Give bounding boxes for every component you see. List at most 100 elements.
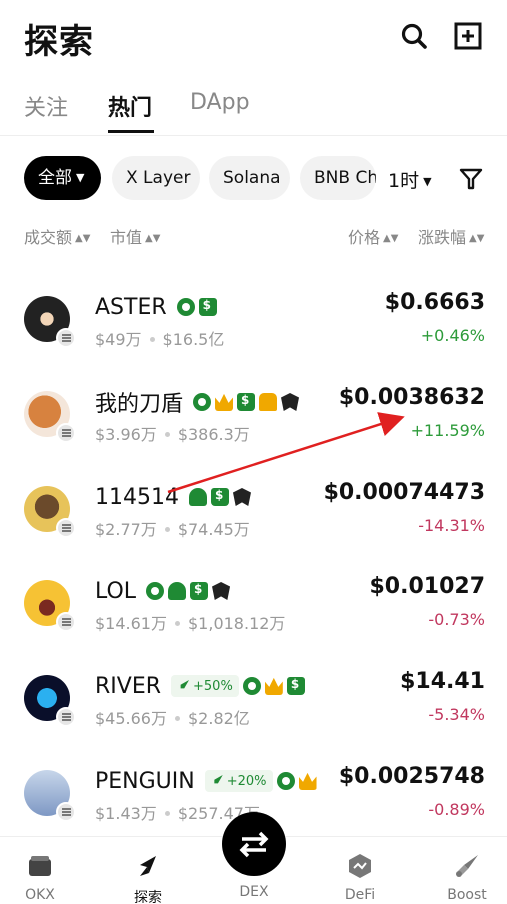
eagle-icon — [281, 393, 300, 411]
boost-value: +50% — [193, 678, 233, 694]
active-tab-indicator — [108, 130, 154, 133]
token-meta: $3.96万 $386.3万 — [95, 421, 250, 445]
token-volume: $3.96万 — [95, 425, 157, 444]
token-name: ASTER — [95, 294, 167, 320]
crown-icon — [298, 772, 317, 790]
token-change: -5.34% — [428, 705, 485, 724]
sort-change-label: 涨跌幅 — [418, 228, 467, 247]
chip-all[interactable]: 全部 ▼ — [24, 156, 101, 200]
token-row[interactable]: RIVER +50% $45.66万 $2.82亿 $14.41 -5.34% — [0, 669, 507, 767]
defi-icon — [349, 854, 371, 878]
dex-swap-button[interactable] — [222, 812, 286, 876]
add-square-icon[interactable] — [454, 22, 482, 50]
token-meta: $14.61万 $1,018.12万 — [95, 610, 285, 634]
chain-badge-icon — [56, 328, 76, 348]
filter-bar: 全部 ▼ X Layer Solana BNB Chain 1时▼ — [0, 156, 507, 202]
chevron-down-icon: ▼ — [76, 171, 85, 184]
token-price: $0.0025748 — [338, 764, 485, 789]
people-icon — [259, 393, 278, 411]
token-name-line: RIVER +50% — [95, 671, 305, 701]
token-row[interactable]: LOL $14.61万 $1,018.12万 $0.01027 -0.73% — [0, 574, 507, 672]
token-row[interactable]: 我的刀盾 $3.96万 $386.3万 $0.0038632 +11.59% — [0, 385, 507, 483]
crown-icon — [264, 677, 283, 695]
nav-explore[interactable]: 探索 — [108, 837, 188, 904]
sort-arrows-icon: ▲▼ — [469, 233, 485, 244]
token-market-cap: $386.3万 — [177, 425, 250, 444]
sort-arrows-icon: ▲▼ — [75, 233, 91, 244]
separator-dot — [149, 337, 155, 342]
token-row[interactable]: ASTER $49万 $16.5亿 $0.6663 +0.46% — [0, 290, 507, 388]
chain-badge-icon — [56, 518, 76, 538]
nav-boost-label: Boost — [447, 887, 487, 903]
chef-icon — [168, 582, 187, 600]
time-range-select[interactable]: 1时 ▼ — [388, 166, 432, 193]
boost-tag: +20% — [204, 770, 273, 792]
token-volume: $14.61万 — [95, 614, 167, 633]
token-name-line: ASTER — [95, 292, 217, 322]
chef-icon — [188, 488, 207, 506]
eagle-icon — [212, 582, 231, 600]
token-price: $0.0038632 — [338, 385, 485, 410]
token-name: RIVER — [95, 673, 162, 699]
chip-solana[interactable]: Solana — [209, 156, 290, 200]
token-meta: $2.77万 $74.45万 — [95, 516, 250, 540]
time-range-label: 1时 — [388, 170, 420, 192]
search-icon[interactable] — [400, 22, 428, 50]
chip-x-layer[interactable]: X Layer — [112, 156, 200, 200]
swap-icon — [239, 831, 269, 858]
chip-all-label: 全部 — [38, 168, 72, 188]
token-volume: $49万 — [95, 330, 142, 349]
nav-explore-label: 探索 — [134, 890, 162, 904]
sort-market-cap-label: 市值 — [110, 228, 143, 247]
circle-icon — [176, 298, 195, 316]
chip-bnb-chain[interactable]: BNB Chain — [300, 156, 376, 200]
token-change: +11.59% — [410, 421, 485, 440]
token-name: PENGUIN — [95, 768, 195, 794]
sort-bar: 成交额 ▲▼ 市值 ▲▼ 价格 ▲▼ 涨跌幅 ▲▼ — [0, 224, 507, 248]
nav-dex-label: DEX — [239, 884, 269, 900]
token-market-cap: $16.5亿 — [162, 330, 225, 349]
separator-dot — [175, 716, 180, 721]
token-name: 114514 — [95, 484, 179, 510]
tab-bar: 关注 热门 DApp — [0, 80, 507, 136]
separator-dot — [164, 527, 170, 532]
sort-price[interactable]: 价格 ▲▼ — [348, 224, 398, 248]
separator-dot — [164, 432, 170, 437]
token-change: -0.89% — [428, 800, 485, 819]
token-price: $14.41 — [400, 669, 485, 694]
moneybag-icon — [198, 298, 217, 316]
tab-hot[interactable]: 热门 — [108, 90, 152, 122]
circle-icon — [193, 393, 212, 411]
circle-icon — [276, 772, 295, 790]
token-price: $0.00074473 — [323, 480, 485, 505]
rocket-icon — [456, 855, 478, 877]
nav-boost[interactable]: Boost — [427, 837, 507, 903]
tab-following[interactable]: 关注 — [24, 90, 68, 122]
sort-market-cap[interactable]: 市值 ▲▼ — [110, 224, 160, 248]
moneybag-icon — [286, 677, 305, 695]
sort-arrows-icon: ▲▼ — [145, 233, 161, 244]
token-market-cap: $1,018.12万 — [188, 614, 286, 633]
page-title: 探索 — [24, 22, 94, 62]
chain-badge-icon — [56, 802, 76, 822]
token-name-line: PENGUIN +20% — [95, 766, 317, 796]
token-change: -0.73% — [428, 610, 485, 629]
token-name-line: 我的刀盾 — [95, 387, 300, 417]
sort-change[interactable]: 涨跌幅 ▲▼ — [418, 224, 484, 248]
header: 探索 — [0, 0, 507, 80]
separator-dot — [175, 621, 180, 626]
boost-value: +20% — [226, 773, 267, 789]
nav-okx[interactable]: OKX — [0, 837, 80, 903]
sort-volume-label: 成交额 — [24, 228, 73, 247]
token-meta: $49万 $16.5亿 — [95, 326, 224, 350]
chain-badge-icon — [56, 612, 76, 632]
tab-dapp[interactable]: DApp — [190, 90, 250, 115]
filter-icon[interactable] — [459, 167, 483, 191]
token-name-line: 114514 — [95, 482, 251, 512]
moneybag-icon — [210, 488, 229, 506]
sort-price-label: 价格 — [348, 228, 381, 247]
sort-volume[interactable]: 成交额 ▲▼ — [24, 224, 90, 248]
token-row[interactable]: 114514 $2.77万 $74.45万 $0.00074473 -14.31% — [0, 480, 507, 578]
nav-defi[interactable]: DeFi — [320, 837, 400, 903]
rocket-icon — [214, 775, 223, 784]
